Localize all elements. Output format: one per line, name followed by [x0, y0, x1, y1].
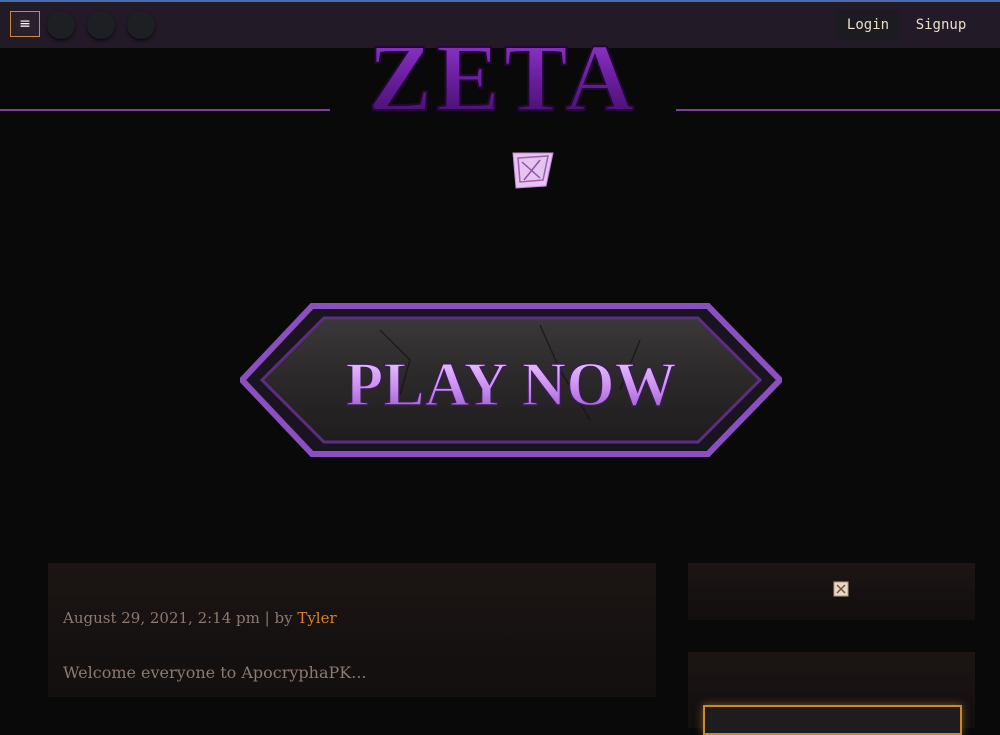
- sidebar-highlight-box[interactable]: [703, 705, 962, 735]
- play-now-button[interactable]: PLAY NOW: [237, 300, 785, 460]
- login-button[interactable]: Login: [836, 10, 900, 41]
- signup-button[interactable]: Signup: [908, 10, 974, 41]
- logo-text: ZETA: [368, 24, 638, 131]
- sidebar-widget-2: [688, 652, 975, 735]
- broken-image-icon: [512, 152, 554, 189]
- broken-image-icon-small: [833, 581, 849, 597]
- header-divider-left: [0, 109, 330, 111]
- play-now-frame: PLAY NOW: [237, 303, 785, 457]
- social-icon-1[interactable]: [47, 11, 75, 39]
- post-meta: August 29, 2021, 2:14 pm | by Tyler: [63, 609, 337, 627]
- header-divider-right: [676, 109, 1000, 111]
- post-excerpt: Welcome everyone to ApocryphaPK...: [63, 663, 367, 682]
- social-icon-3[interactable]: [127, 11, 155, 39]
- sidebar-widget-1: [688, 563, 975, 620]
- hamburger-menu-icon[interactable]: ≡: [10, 11, 40, 37]
- news-post: August 29, 2021, 2:14 pm | by Tyler Welc…: [48, 563, 656, 697]
- post-author-link[interactable]: Tyler: [297, 609, 336, 627]
- zeta-logo[interactable]: ZETA: [326, 18, 680, 136]
- post-by-separator: | by: [259, 609, 298, 627]
- play-now-label: PLAY NOW: [345, 351, 676, 419]
- social-icon-2[interactable]: [87, 11, 115, 39]
- post-date: August 29, 2021, 2:14 pm: [63, 609, 260, 627]
